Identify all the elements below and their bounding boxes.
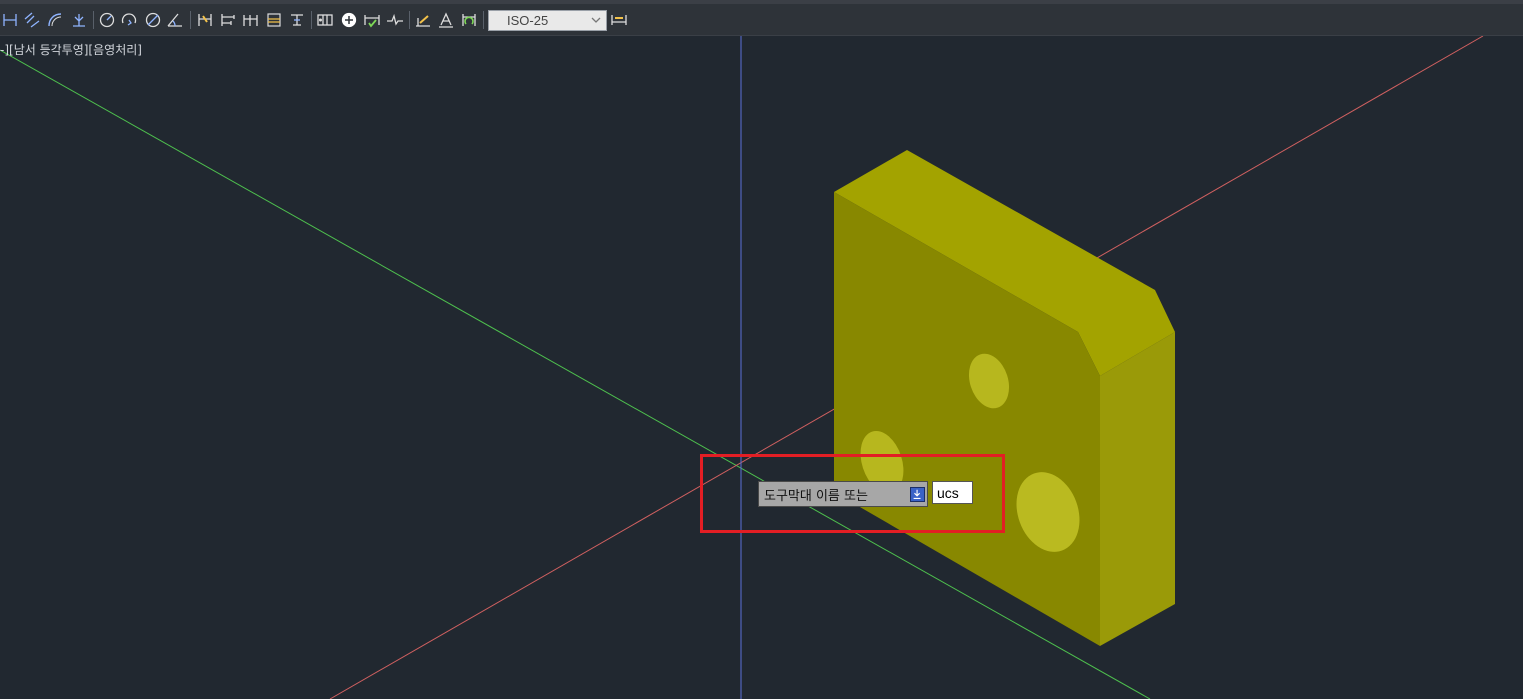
dimension-style-select[interactable]: ISO-25 [488, 10, 607, 31]
arc-length-icon[interactable] [45, 10, 65, 30]
aligned-dimension-icon[interactable] [22, 10, 42, 30]
quick-dimension-icon[interactable] [195, 10, 215, 30]
dimension-break-icon[interactable] [287, 10, 307, 30]
radius-dimension-icon[interactable] [97, 10, 117, 30]
dimension-space-icon[interactable] [264, 10, 284, 30]
dimension-update-icon[interactable] [459, 10, 479, 30]
command-prompt: 도구막대 이름 또는 [758, 481, 928, 507]
baseline-dimension-icon[interactable] [218, 10, 238, 30]
drawing-viewport[interactable] [0, 36, 1523, 699]
viewport-label[interactable]: -][남서 등각투영][음영처리] [0, 41, 142, 58]
toolbar-separator [311, 11, 312, 29]
inspection-icon[interactable] [362, 10, 382, 30]
toolbar-separator [190, 11, 191, 29]
download-arrow-icon[interactable] [910, 487, 925, 502]
diameter-dimension-icon[interactable] [143, 10, 163, 30]
dimension-text-edit-icon[interactable] [436, 10, 456, 30]
toolbar-separator [483, 11, 484, 29]
command-prompt-text: 도구막대 이름 또는 [764, 489, 868, 504]
linear-dimension-icon[interactable] [0, 10, 20, 30]
continue-dimension-icon[interactable] [241, 10, 261, 30]
chevron-down-icon [591, 17, 601, 23]
command-input[interactable] [932, 481, 973, 504]
toolbar-separator [409, 11, 410, 29]
dimension-style-value: ISO-25 [507, 13, 549, 28]
solid-block [834, 150, 1175, 646]
center-mark-icon[interactable] [339, 10, 359, 30]
jogged-dimension-icon[interactable] [119, 10, 139, 30]
jogged-linear-icon[interactable] [385, 10, 405, 30]
dimension-style-icon[interactable] [609, 10, 629, 30]
dimension-toolbar: ISO-25 [0, 4, 1523, 36]
ordinate-dimension-icon[interactable] [69, 10, 89, 30]
angular-dimension-icon[interactable] [165, 10, 185, 30]
dimension-edit-icon[interactable] [413, 10, 433, 30]
block-side-face [1100, 332, 1175, 646]
toolbar-separator [93, 11, 94, 29]
tolerance-icon[interactable] [315, 10, 335, 30]
model-scene [0, 36, 1484, 699]
